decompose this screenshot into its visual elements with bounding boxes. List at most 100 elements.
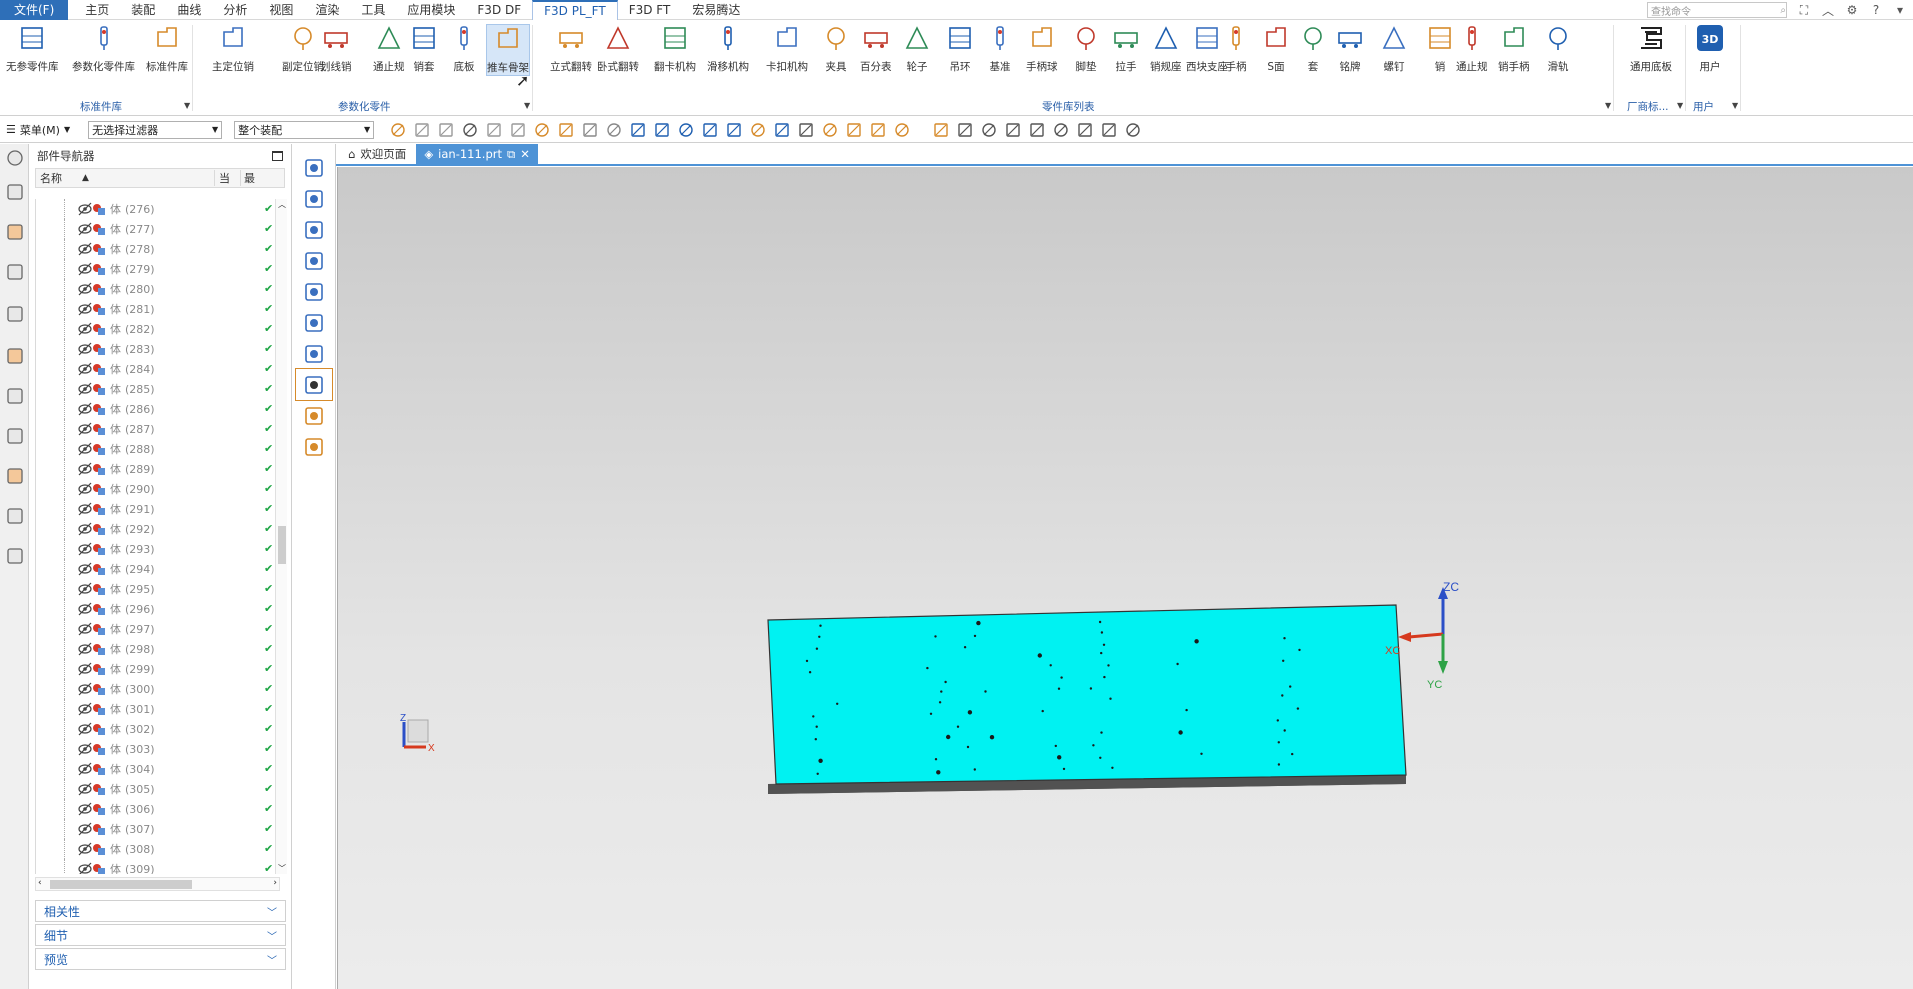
snap-tool-icon-30[interactable]: [1124, 121, 1142, 139]
snap-tool-icon-6[interactable]: [533, 121, 551, 139]
hidden-eye-icon[interactable]: [78, 322, 92, 336]
hidden-eye-icon[interactable]: [78, 642, 92, 656]
navigator-row[interactable]: 体 (296) ✔: [36, 599, 276, 619]
hidden-eye-icon[interactable]: [78, 422, 92, 436]
hidden-eye-icon[interactable]: [78, 262, 92, 276]
snap-tool-icon-24[interactable]: [980, 121, 998, 139]
snap-tool-icon-9[interactable]: [605, 121, 623, 139]
hidden-eye-icon[interactable]: [78, 342, 92, 356]
web-browser-icon[interactable]: [0, 376, 29, 416]
hidden-eye-icon[interactable]: [78, 222, 92, 236]
ribbon-button-2-5[interactable]: 夹具: [822, 24, 850, 74]
ribbon-tab-1[interactable]: 装配: [120, 0, 166, 20]
ribbon-tab-4[interactable]: 视图: [258, 0, 304, 20]
navigator-row[interactable]: 体 (283) ✔: [36, 339, 276, 359]
snap-tool-icon-7[interactable]: [557, 121, 575, 139]
ribbon-button-1-4[interactable]: 销套: [410, 24, 438, 74]
snap-tool-icon-19[interactable]: [845, 121, 863, 139]
snap-tool-icon-1[interactable]: [413, 121, 431, 139]
group-expand-icon[interactable]: ▼: [1732, 101, 1738, 110]
graphics-viewport[interactable]: ZC XC YC Z X: [337, 167, 1913, 989]
ribbon-button-2-10[interactable]: 手柄球: [1026, 24, 1058, 74]
snap-tool-icon-18[interactable]: [821, 121, 839, 139]
navigator-row[interactable]: 体 (288) ✔: [36, 439, 276, 459]
navigator-row[interactable]: 体 (305) ✔: [36, 779, 276, 799]
snap-tool-icon-20[interactable]: [869, 121, 887, 139]
column-latest[interactable]: 最: [240, 170, 260, 186]
navigator-row[interactable]: 体 (302) ✔: [36, 719, 276, 739]
hidden-eye-icon[interactable]: [78, 382, 92, 396]
document-tab-1[interactable]: ◈ ian-111.prt ⧉ ✕: [416, 144, 538, 164]
hidden-eye-icon[interactable]: [78, 522, 92, 536]
fullscreen-icon[interactable]: ⛶: [1797, 3, 1811, 17]
hidden-eye-icon[interactable]: [78, 362, 92, 376]
navigator-row[interactable]: 体 (290) ✔: [36, 479, 276, 499]
snap-tool-icon-10[interactable]: [629, 121, 647, 139]
ribbon-button-2-20[interactable]: 销: [1426, 24, 1454, 74]
chevron-down-icon[interactable]: ﹀: [267, 904, 277, 919]
navigator-vertical-scrollbar[interactable]: ︿ ﹀: [275, 199, 287, 874]
document-tab-0[interactable]: ⌂ 欢迎页面: [340, 144, 414, 164]
navigator-row[interactable]: 体 (286) ✔: [36, 399, 276, 419]
ribbon-button-2-22[interactable]: 销手柄: [1498, 24, 1530, 74]
collapse-ribbon-icon[interactable]: ︿: [1821, 3, 1835, 18]
column-name[interactable]: 名称: [36, 170, 82, 186]
navigator-row[interactable]: 体 (304) ✔: [36, 759, 276, 779]
explode-view-icon[interactable]: [296, 431, 332, 462]
show-hide-icon[interactable]: [296, 152, 332, 183]
close-icon[interactable]: ✕: [520, 147, 530, 161]
ribbon-button-2-19[interactable]: 螺钉: [1380, 24, 1408, 74]
hidden-eye-icon[interactable]: [78, 782, 92, 796]
hide-others-icon[interactable]: [296, 214, 332, 245]
navigator-row[interactable]: 体 (285) ✔: [36, 379, 276, 399]
hidden-eye-icon[interactable]: [78, 462, 92, 476]
navigator-row[interactable]: 体 (278) ✔: [36, 239, 276, 259]
hidden-eye-icon[interactable]: [78, 562, 92, 576]
hidden-eye-icon[interactable]: [78, 402, 92, 416]
navigator-row[interactable]: 体 (306) ✔: [36, 799, 276, 819]
ribbon-tab-11[interactable]: 宏易腾达: [681, 0, 751, 20]
snap-tool-icon-25[interactable]: [1004, 121, 1022, 139]
navigator-row[interactable]: 体 (295) ✔: [36, 579, 276, 599]
ribbon-button-2-16[interactable]: S面: [1262, 24, 1290, 74]
chevron-down-icon[interactable]: ﹀: [267, 928, 277, 943]
snap-tool-icon-4[interactable]: [485, 121, 503, 139]
ribbon-button-2-6[interactable]: 百分表: [860, 24, 892, 74]
hidden-eye-icon[interactable]: [78, 482, 92, 496]
scroll-down-icon[interactable]: ﹀: [278, 863, 286, 874]
snap-tool-icon-16[interactable]: [773, 121, 791, 139]
snap-tool-icon-15[interactable]: [749, 121, 767, 139]
navigator-row[interactable]: 体 (279) ✔: [36, 259, 276, 279]
snap-tool-icon-14[interactable]: [725, 121, 743, 139]
search-icon[interactable]: ⌕: [1780, 5, 1786, 16]
chevron-down-icon[interactable]: ﹀: [267, 952, 277, 967]
ribbon-button-2-7[interactable]: 轮子: [903, 24, 931, 74]
table-icon[interactable]: [296, 338, 332, 369]
ribbon-button-1-0[interactable]: 主定位销: [212, 24, 254, 74]
hidden-eye-icon[interactable]: [78, 282, 92, 296]
snap-tool-icon-0[interactable]: [389, 121, 407, 139]
replace-component-icon[interactable]: [296, 276, 332, 307]
scrollbar-thumb[interactable]: [50, 880, 192, 889]
hidden-eye-icon[interactable]: [78, 682, 92, 696]
navigator-row[interactable]: 体 (298) ✔: [36, 639, 276, 659]
ribbon-tab-7[interactable]: 应用模块: [396, 0, 466, 20]
ribbon-button-2-12[interactable]: 拉手: [1112, 24, 1140, 74]
snap-tool-icon-27[interactable]: [1052, 121, 1070, 139]
ribbon-button-2-2[interactable]: 翻卡机构: [654, 24, 696, 74]
navigator-row[interactable]: 体 (301) ✔: [36, 699, 276, 719]
navigator-row[interactable]: 体 (299) ✔: [36, 659, 276, 679]
hidden-eye-icon[interactable]: [78, 802, 92, 816]
snap-tool-icon-28[interactable]: [1076, 121, 1094, 139]
navigator-row[interactable]: 体 (291) ✔: [36, 499, 276, 519]
ribbon-button-0-0[interactable]: 无参零件库: [6, 24, 59, 74]
ribbon-button-2-17[interactable]: 套: [1299, 24, 1327, 74]
assembly-constraint-icon[interactable]: [296, 183, 332, 214]
ribbon-button-2-11[interactable]: 脚垫: [1072, 24, 1100, 74]
hidden-eye-icon[interactable]: [78, 602, 92, 616]
wave-linker-icon[interactable]: [296, 307, 332, 338]
ribbon-button-2-13[interactable]: 销规座: [1150, 24, 1182, 74]
hd3d-tools-icon[interactable]: [0, 336, 29, 376]
navigator-row[interactable]: 体 (292) ✔: [36, 519, 276, 539]
ribbon-button-2-4[interactable]: 卡扣机构: [766, 24, 808, 74]
